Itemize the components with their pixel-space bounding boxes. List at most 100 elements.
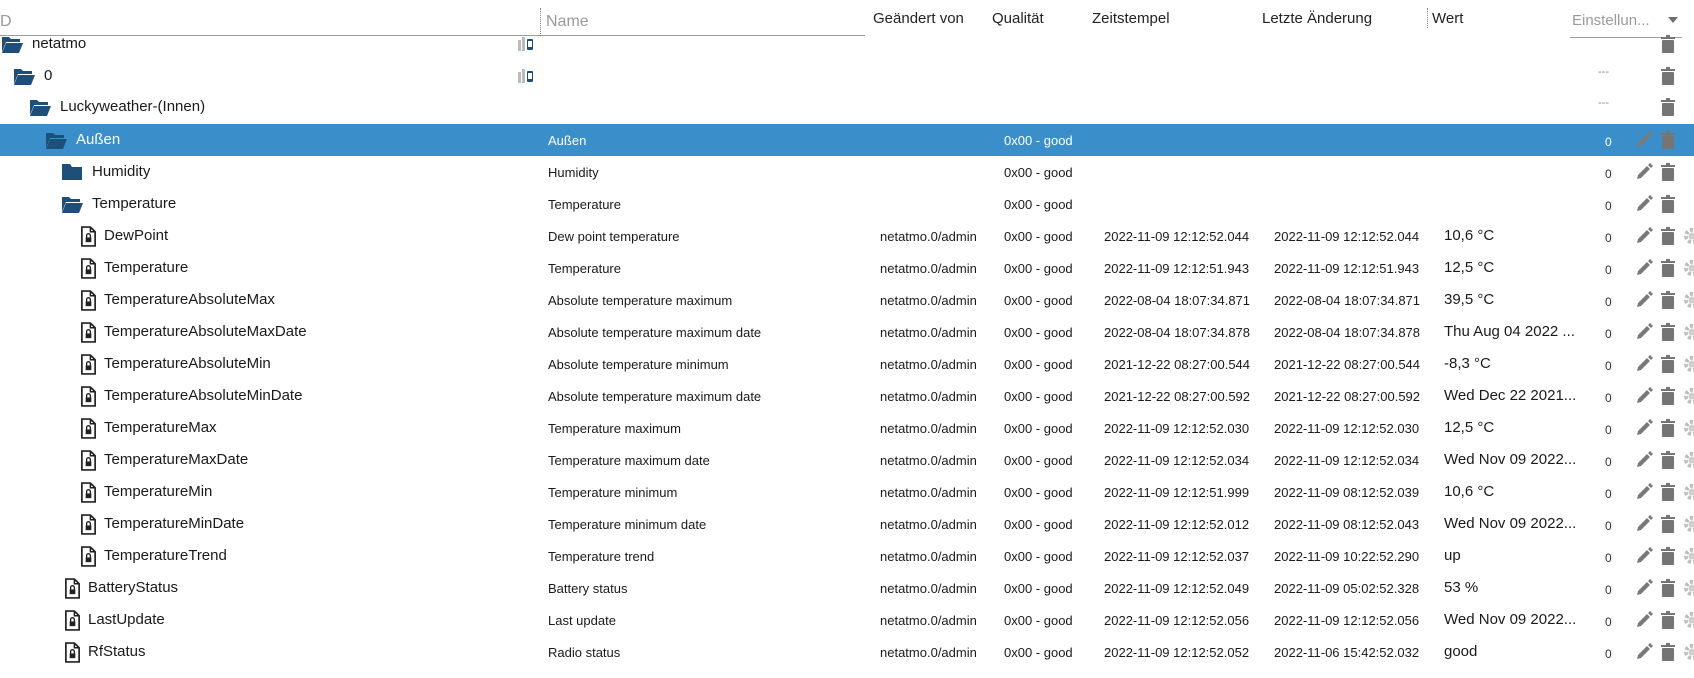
trash-icon[interactable] [1658,386,1678,406]
table-row[interactable]: netatmo [0,28,1694,60]
object-id[interactable]: TemperatureMaxDate [104,451,248,468]
gear-icon[interactable] [1682,578,1694,598]
object-id[interactable]: BatteryStatus [88,579,178,596]
table-row[interactable]: RfStatus Radio status netatmo.0/admin 0x00 … [0,636,1694,668]
folder-open-icon[interactable] [28,97,51,117]
gear-icon[interactable] [1682,546,1694,566]
state-file-icon[interactable] [80,450,102,471]
pencil-icon[interactable] [1634,514,1654,534]
trash-icon[interactable] [1658,546,1678,566]
trash-icon[interactable] [1658,162,1678,182]
column-header-quality[interactable]: Qualität [992,10,1044,27]
table-row[interactable]: 0 --- [0,60,1694,92]
gear-icon[interactable] [1682,418,1694,438]
table-row[interactable]: LastUpdate Last update netatmo.0/admin 0x00… [0,604,1694,636]
object-id[interactable]: RfStatus [88,643,146,660]
trash-icon[interactable] [1658,482,1678,502]
value[interactable]: 10,6 °C [1444,227,1494,244]
object-id[interactable]: TemperatureMinDate [104,515,244,532]
table-row[interactable]: Humidity Humidity 0x00 - good 0 [0,156,1694,188]
gear-icon[interactable] [1682,354,1694,374]
object-id[interactable]: TemperatureAbsoluteMax [104,291,275,308]
trash-icon[interactable] [1658,642,1678,662]
trash-icon[interactable] [1658,66,1678,86]
pencil-icon[interactable] [1634,482,1654,502]
table-row[interactable]: TemperatureAbsoluteMaxDate Absolute tempe… [0,316,1694,348]
table-row[interactable]: TemperatureMax Temperature maximum netatmo… [0,412,1694,444]
object-id[interactable]: TemperatureMax [104,419,217,436]
table-row[interactable]: DewPoint Dew point temperature netatmo.0/a… [0,220,1694,252]
folder-open-icon[interactable] [44,130,67,150]
object-id[interactable]: Luckyweather-(Innen) [60,98,205,115]
state-file-icon[interactable] [80,226,102,247]
state-file-icon[interactable] [64,610,86,631]
state-file-icon[interactable] [80,482,102,503]
trash-icon[interactable] [1658,290,1678,310]
object-id[interactable]: Temperature [92,195,176,212]
pencil-icon[interactable] [1634,194,1654,214]
value[interactable]: 53 % [1444,579,1478,596]
value[interactable]: Thu Aug 04 2022 ... [1444,323,1575,340]
table-row[interactable]: TemperatureMinDate Temperature minimum da… [0,508,1694,540]
trash-icon[interactable] [1658,226,1678,246]
column-header-last-change[interactable]: Letzte Änderung [1262,10,1372,27]
table-row[interactable]: Außen Außen 0x00 - good 0 [0,124,1694,156]
state-file-icon[interactable] [80,354,102,375]
value[interactable]: Wed Dec 22 2021... [1444,387,1576,404]
table-row[interactable]: TemperatureAbsoluteMinDate Absolute tempe… [0,380,1694,412]
object-id[interactable]: TemperatureAbsoluteMaxDate [104,323,307,340]
trash-icon[interactable] [1658,97,1678,117]
pencil-icon[interactable] [1634,610,1654,630]
trash-icon[interactable] [1658,354,1678,374]
value[interactable]: 12,5 °C [1444,419,1494,436]
object-id[interactable]: LastUpdate [88,611,165,628]
state-file-icon[interactable] [80,418,102,439]
gear-icon[interactable] [1682,514,1694,534]
table-row[interactable]: Temperature Temperature 0x00 - good 0 [0,188,1694,220]
table-row[interactable]: TemperatureAbsoluteMin Absolute temperatu… [0,348,1694,380]
value[interactable]: Wed Nov 09 2022... [1444,451,1576,468]
pencil-icon[interactable] [1634,226,1654,246]
trash-icon[interactable] [1658,610,1678,630]
table-row[interactable]: TemperatureAbsoluteMax Absolute temperatu… [0,284,1694,316]
pencil-icon[interactable] [1634,322,1654,342]
trash-icon[interactable] [1658,322,1678,342]
column-divider[interactable] [1427,8,1428,28]
value[interactable]: up [1444,547,1461,564]
table-row[interactable]: Temperature Temperature netatmo.0/admin 0x0… [0,252,1694,284]
value[interactable]: -8,3 °C [1444,355,1491,372]
value[interactable]: 39,5 °C [1444,291,1494,308]
object-id[interactable]: Temperature [104,259,188,276]
table-row[interactable]: Luckyweather-(Innen) --- [0,91,1694,123]
gear-icon[interactable] [1682,226,1694,246]
table-row[interactable]: TemperatureMin Temperature minimum netatmo… [0,476,1694,508]
gear-icon[interactable] [1682,290,1694,310]
object-id[interactable]: DewPoint [104,227,168,244]
table-row[interactable]: TemperatureMaxDate Temperature maximum da… [0,444,1694,476]
object-id[interactable]: TemperatureAbsoluteMin [104,355,271,372]
trash-icon[interactable] [1658,514,1678,534]
state-file-icon[interactable] [80,322,102,343]
trash-icon[interactable] [1658,194,1678,214]
column-header-value[interactable]: Wert [1432,10,1463,27]
folder-open-icon[interactable] [12,66,35,86]
gear-icon[interactable] [1682,450,1694,470]
object-id[interactable]: netatmo [32,35,86,52]
gear-icon[interactable] [1682,642,1694,662]
table-row[interactable]: TemperatureTrend Temperature trend netatmo… [0,540,1694,572]
state-file-icon[interactable] [80,514,102,535]
value[interactable]: Wed Nov 09 2022... [1444,515,1576,532]
gear-icon[interactable] [1682,482,1694,502]
state-file-icon[interactable] [80,546,102,567]
gear-icon[interactable] [1682,258,1694,278]
trash-icon[interactable] [1658,130,1678,150]
column-header-changed-by[interactable]: Geändert von [873,10,964,27]
pencil-icon[interactable] [1634,354,1654,374]
trash-icon[interactable] [1658,34,1678,54]
pencil-icon[interactable] [1634,450,1654,470]
value[interactable]: good [1444,643,1477,660]
folder-closed-icon[interactable] [60,162,82,182]
gear-icon[interactable] [1682,386,1694,406]
value[interactable]: 10,6 °C [1444,483,1494,500]
folder-open-icon[interactable] [60,194,83,214]
